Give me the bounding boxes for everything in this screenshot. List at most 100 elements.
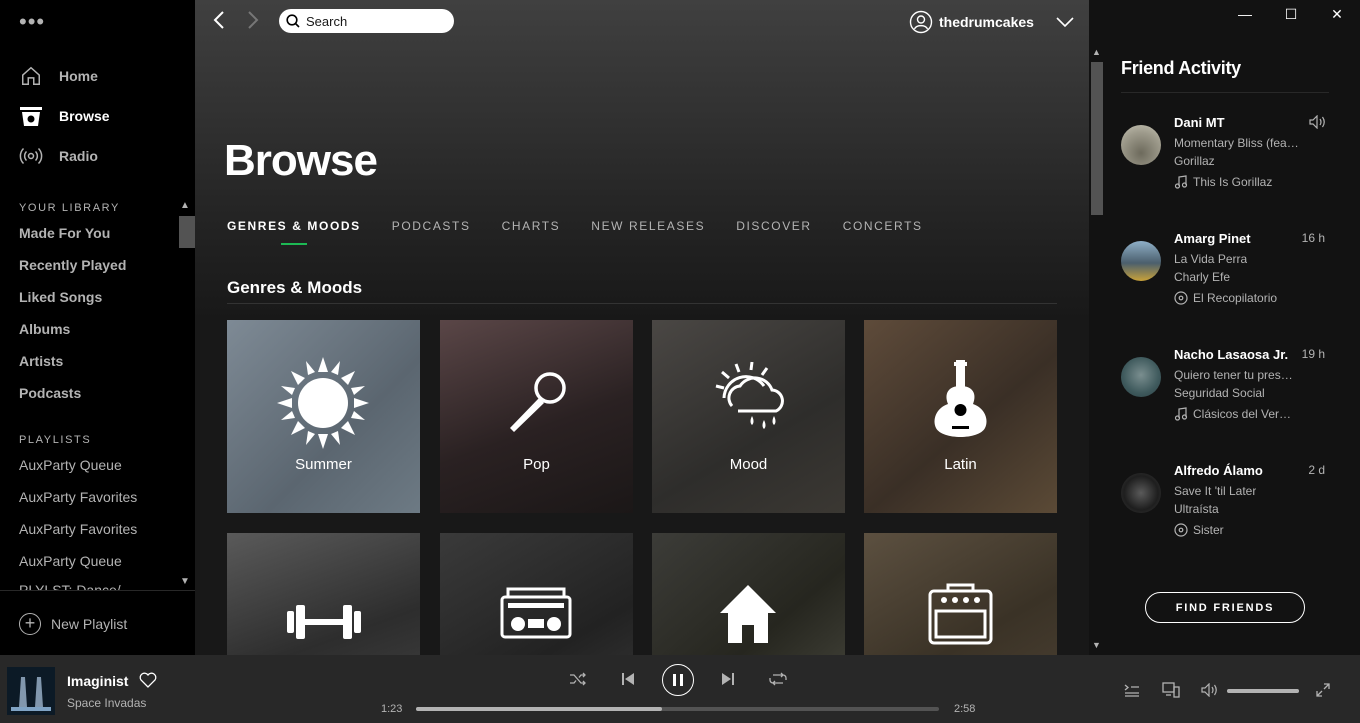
queue-button[interactable] bbox=[1124, 683, 1140, 697]
friend-name[interactable]: Dani MT bbox=[1174, 115, 1225, 130]
maximize-icon[interactable]: ☐ bbox=[1268, 0, 1314, 28]
friend-activity-title: Friend Activity bbox=[1121, 58, 1241, 78]
friend-context-label: El Recopilatorio bbox=[1193, 291, 1278, 305]
avatar[interactable] bbox=[1121, 473, 1161, 513]
fullscreen-button[interactable] bbox=[1316, 683, 1330, 697]
friend-context[interactable]: El Recopilatorio bbox=[1174, 291, 1277, 305]
devices-icon bbox=[1162, 682, 1180, 698]
album-art[interactable] bbox=[7, 667, 55, 715]
scroll-down-icon[interactable]: ▼ bbox=[1092, 640, 1101, 650]
playlist-item[interactable]: AuxParty Queue bbox=[19, 457, 122, 473]
chevron-right-icon bbox=[248, 11, 259, 29]
track-artist[interactable]: Space Invadas bbox=[67, 696, 146, 710]
genre-tile-label: Pop bbox=[523, 456, 550, 473]
genre-tile-pop[interactable]: Pop bbox=[440, 320, 633, 513]
friend-context[interactable]: Clásicos del Verano bbox=[1174, 407, 1293, 421]
playlists-title: PLAYLISTS bbox=[19, 434, 92, 446]
close-icon[interactable]: ✕ bbox=[1314, 0, 1360, 28]
tab-concerts[interactable]: CONCERTS bbox=[843, 219, 923, 243]
repeat-button[interactable] bbox=[769, 672, 787, 686]
avatar[interactable] bbox=[1121, 357, 1161, 397]
more-dots-icon[interactable]: ••• bbox=[19, 11, 45, 33]
plus-icon: + bbox=[19, 613, 41, 635]
user-menu[interactable]: thedrumcakes bbox=[909, 10, 1074, 34]
scroll-down-icon[interactable]: ▼ bbox=[180, 576, 190, 587]
genre-tile-rock[interactable] bbox=[864, 533, 1057, 655]
playlist-item[interactable]: AuxParty Favorites bbox=[19, 489, 137, 505]
avatar[interactable] bbox=[1121, 241, 1161, 281]
shuffle-icon bbox=[570, 672, 586, 686]
friend-artist[interactable]: Charly Efe bbox=[1174, 270, 1230, 284]
scroll-up-icon[interactable]: ▲ bbox=[180, 200, 190, 211]
volume-slider[interactable] bbox=[1227, 689, 1299, 693]
minimize-icon[interactable]: — bbox=[1222, 0, 1268, 28]
search-box[interactable] bbox=[279, 9, 454, 33]
heart-icon[interactable] bbox=[139, 672, 157, 693]
window-controls: — ☐ ✕ bbox=[1222, 0, 1360, 28]
friend-track[interactable]: Save It 'til Later bbox=[1174, 484, 1256, 498]
previous-button[interactable] bbox=[621, 672, 635, 686]
friend-context[interactable]: Sister bbox=[1174, 523, 1224, 537]
next-button[interactable] bbox=[721, 672, 735, 686]
friend-artist[interactable]: Gorillaz bbox=[1174, 154, 1215, 168]
progress-fill bbox=[416, 707, 662, 711]
library-item-recently-played[interactable]: Recently Played bbox=[19, 257, 126, 273]
friend-artist[interactable]: Seguridad Social bbox=[1174, 386, 1265, 400]
shuffle-button[interactable] bbox=[569, 671, 587, 687]
find-friends-button[interactable]: FIND FRIENDS bbox=[1145, 592, 1305, 623]
devices-button[interactable] bbox=[1162, 682, 1180, 698]
main-scrollbar[interactable]: ▲ ▼ bbox=[1089, 44, 1105, 655]
amplifier-icon bbox=[928, 583, 993, 645]
tab-new-releases[interactable]: NEW RELEASES bbox=[591, 219, 705, 243]
library-item-artists[interactable]: Artists bbox=[19, 353, 63, 369]
genre-tile-hiphop[interactable] bbox=[440, 533, 633, 655]
friend-item[interactable]: Amarg Pinet 16 h La Vida Perra Charly Ef… bbox=[1121, 231, 1335, 331]
tab-charts[interactable]: CHARTS bbox=[502, 219, 561, 243]
genre-tile-latin[interactable]: Latin bbox=[864, 320, 1057, 513]
library-item-liked-songs[interactable]: Liked Songs bbox=[19, 289, 102, 305]
tab-discover[interactable]: DISCOVER bbox=[736, 219, 811, 243]
genre-tile-label: Mood bbox=[729, 456, 768, 473]
library-item-made-for-you[interactable]: Made For You bbox=[19, 225, 110, 241]
avatar[interactable] bbox=[1121, 125, 1161, 165]
playlist-item[interactable]: AuxParty Favorites bbox=[19, 521, 137, 537]
friend-item[interactable]: Dani MT Momentary Bliss (feat. slowthai … bbox=[1121, 115, 1335, 215]
genre-tile-summer[interactable]: Summer bbox=[227, 320, 420, 513]
genre-tile-at-home[interactable] bbox=[652, 533, 845, 655]
new-playlist-button[interactable]: + New Playlist bbox=[0, 590, 195, 655]
genre-tile-label: Latin bbox=[944, 456, 977, 473]
friend-name[interactable]: Nacho Lasaosa Jr. bbox=[1174, 347, 1288, 362]
sidebar-scrollbar[interactable] bbox=[179, 216, 195, 248]
skip-forward-icon bbox=[722, 673, 734, 685]
forward-button[interactable] bbox=[246, 10, 260, 34]
library-item-podcasts[interactable]: Podcasts bbox=[19, 385, 81, 401]
pause-button[interactable] bbox=[662, 664, 694, 696]
back-button[interactable] bbox=[212, 10, 226, 34]
track-title[interactable]: Imaginist bbox=[67, 673, 128, 689]
friend-track[interactable]: Momentary Bliss (feat. slowthai and Slav… bbox=[1174, 136, 1299, 150]
nav-browse[interactable]: Browse bbox=[19, 104, 110, 128]
progress-bar[interactable] bbox=[416, 707, 939, 711]
nav-home[interactable]: Home bbox=[19, 64, 98, 88]
friend-track[interactable]: La Vida Perra bbox=[1174, 252, 1247, 266]
genre-tile-mood[interactable]: Mood bbox=[652, 320, 845, 513]
search-input[interactable] bbox=[306, 13, 446, 29]
library-item-albums[interactable]: Albums bbox=[19, 321, 70, 337]
friend-artist[interactable]: Ultraísta bbox=[1174, 502, 1219, 516]
scrollbar-thumb[interactable] bbox=[1091, 62, 1103, 215]
microphone-icon bbox=[510, 372, 566, 432]
friend-item[interactable]: Nacho Lasaosa Jr. 19 h Quiero tener tu p… bbox=[1121, 347, 1335, 447]
friend-item[interactable]: Alfredo Álamo 2 d Save It 'til Later Ult… bbox=[1121, 463, 1335, 563]
friend-track[interactable]: Quiero tener tu presencia bbox=[1174, 368, 1299, 382]
friend-name[interactable]: Amarg Pinet bbox=[1174, 231, 1251, 246]
friend-name[interactable]: Alfredo Álamo bbox=[1174, 463, 1263, 478]
genre-tile-workout[interactable] bbox=[227, 533, 420, 655]
scroll-up-icon[interactable]: ▲ bbox=[1092, 47, 1101, 57]
friend-time: 16 h bbox=[1301, 231, 1325, 245]
tab-podcasts[interactable]: PODCASTS bbox=[392, 219, 471, 243]
playlist-item[interactable]: AuxParty Queue bbox=[19, 553, 122, 569]
nav-radio[interactable]: Radio bbox=[19, 144, 98, 168]
friend-context[interactable]: This Is Gorillaz bbox=[1174, 175, 1272, 189]
tab-genres-moods[interactable]: GENRES & MOODS bbox=[227, 219, 361, 245]
volume-button[interactable] bbox=[1201, 683, 1219, 697]
